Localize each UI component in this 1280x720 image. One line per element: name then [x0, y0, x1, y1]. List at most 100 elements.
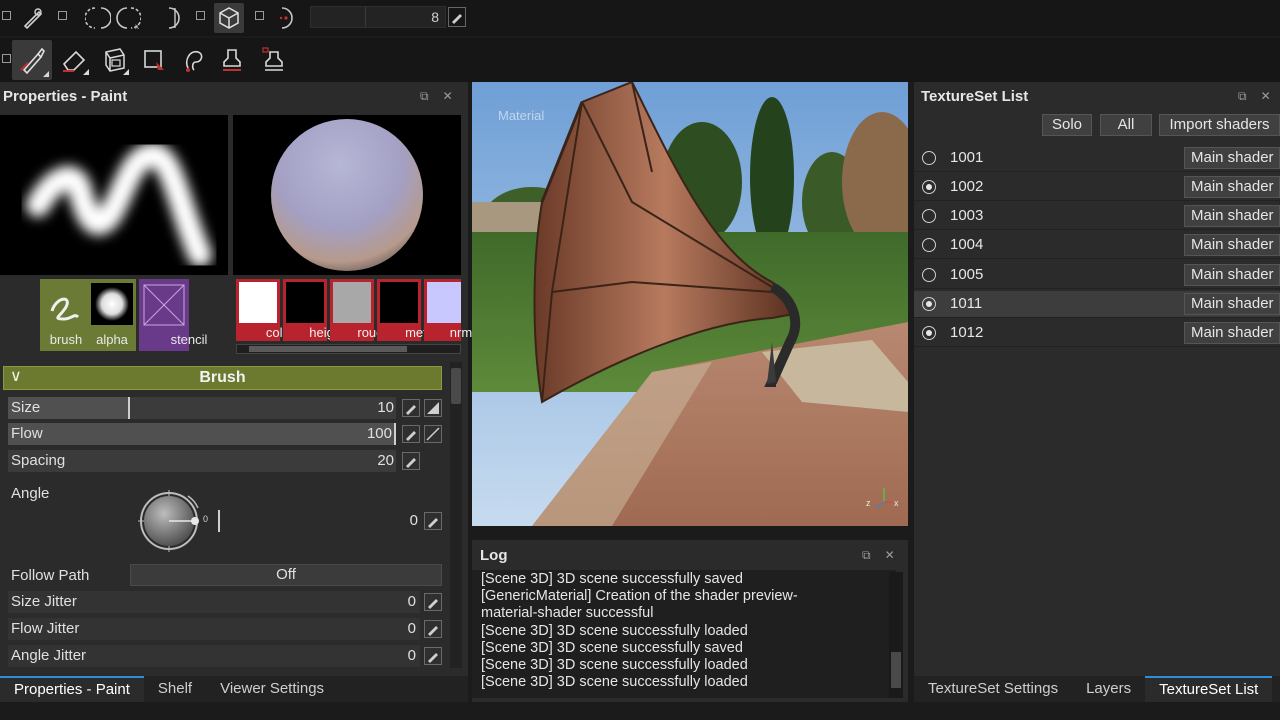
size-slider[interactable]: Size 10	[8, 397, 396, 419]
stencil-label: stencil	[170, 332, 208, 347]
shader-dropdown[interactable]: Main shader	[1184, 234, 1280, 256]
channel-swatch	[333, 282, 371, 323]
pen-pressure-icon[interactable]	[402, 425, 420, 443]
tab-texture-set-settings[interactable]: TextureSet Settings	[914, 676, 1072, 702]
symmetry-x-icon[interactable]: x	[114, 5, 142, 31]
radio-button[interactable]	[922, 268, 936, 282]
shader-dropdown[interactable]: Main shader	[1184, 293, 1280, 315]
expand-icon[interactable]	[196, 11, 205, 20]
angle-jitter-slider[interactable]: Angle Jitter 0	[8, 645, 420, 667]
tab-properties-paint[interactable]: Properties - Paint	[0, 676, 144, 702]
symmetry-left-icon[interactable]	[84, 5, 112, 31]
texture-set-row[interactable]: 1001 Main shader	[914, 145, 1280, 172]
pen-pressure-icon[interactable]	[402, 452, 420, 470]
channel-height[interactable]: height	[283, 279, 345, 341]
spacing-value: 20	[377, 452, 394, 469]
pen-pressure-icon[interactable]	[402, 399, 420, 417]
projection-icon[interactable]	[96, 42, 132, 78]
close-icon[interactable]: ✕	[885, 548, 895, 563]
pen-pressure-icon[interactable]	[424, 647, 442, 665]
shader-dropdown[interactable]: Main shader	[1184, 176, 1280, 198]
log-scrollbar[interactable]	[889, 572, 903, 698]
channel-metal[interactable]: metal	[377, 279, 437, 341]
3d-viewport[interactable]: Material z x	[472, 82, 908, 526]
channel-scrollbar[interactable]	[236, 344, 461, 354]
texture-set-row[interactable]: 1012 Main shader	[914, 320, 1280, 347]
brush-section-title: Brush	[199, 369, 246, 386]
tab-viewer-settings[interactable]: Viewer Settings	[206, 676, 338, 702]
float-panel-icon[interactable]: ⧉	[420, 89, 429, 104]
brush-value-field[interactable]: 8	[310, 6, 446, 28]
pressure-curve-icon[interactable]	[424, 399, 442, 417]
radio-button[interactable]	[922, 209, 936, 223]
pressure-line-icon[interactable]	[424, 425, 442, 443]
texture-set-id: 1012	[950, 324, 984, 341]
texture-set-row-selected[interactable]: 1011 Main shader	[914, 291, 1280, 318]
cube-view-icon[interactable]	[214, 3, 244, 33]
solo-button[interactable]: Solo	[1042, 114, 1092, 136]
expand-icon[interactable]	[2, 11, 11, 20]
stencil-selector[interactable]: stencil	[139, 279, 207, 351]
angle-slider[interactable]: 0	[218, 510, 420, 532]
shader-dropdown[interactable]: Main shader	[1184, 147, 1280, 169]
clone-stamp-icon[interactable]	[214, 42, 250, 78]
texture-set-row[interactable]: 1002 Main shader	[914, 174, 1280, 201]
top-toolbar: x 8	[0, 0, 1280, 36]
brush-alpha-selector[interactable]: brush alpha	[40, 279, 136, 351]
pen-tool-icon[interactable]	[18, 3, 48, 33]
paint-brush-icon[interactable]	[12, 40, 52, 80]
channel-rough[interactable]: rough	[330, 279, 391, 341]
tab-texture-set-list[interactable]: TextureSet List	[1145, 676, 1273, 702]
flow-jitter-slider[interactable]: Flow Jitter 0	[8, 618, 420, 640]
radio-button[interactable]	[922, 238, 936, 252]
texture-set-row[interactable]: 1004 Main shader	[914, 232, 1280, 259]
tab-layers[interactable]: Layers	[1072, 676, 1145, 702]
texture-set-id: 1001	[950, 149, 984, 166]
radio-button[interactable]	[922, 297, 936, 311]
flow-slider[interactable]: Flow 100	[8, 423, 396, 445]
expand-icon[interactable]	[255, 11, 264, 20]
pen-pressure-icon[interactable]	[424, 512, 442, 530]
channel-color[interactable]: color	[236, 279, 294, 341]
expand-icon[interactable]	[2, 54, 11, 63]
lazy-mouse-icon[interactable]	[274, 5, 298, 31]
close-icon[interactable]: ✕	[1261, 89, 1271, 104]
texture-set-id: 1011	[950, 295, 983, 312]
channel-nrm[interactable]: nrm	[424, 279, 472, 341]
pen-pressure-icon[interactable]	[424, 620, 442, 638]
pen-pressure-icon[interactable]	[424, 593, 442, 611]
radio-button[interactable]	[922, 326, 936, 340]
material-picker-icon[interactable]	[256, 42, 292, 78]
radio-button[interactable]	[922, 180, 936, 194]
tab-shelf[interactable]: Shelf	[144, 676, 206, 702]
smudge-icon[interactable]	[176, 42, 212, 78]
size-jitter-slider[interactable]: Size Jitter 0	[8, 591, 420, 613]
flow-jitter-value: 0	[407, 620, 416, 637]
svg-text:x: x	[135, 22, 139, 31]
spacing-slider[interactable]: Spacing 20	[8, 450, 396, 472]
close-icon[interactable]: ✕	[443, 89, 453, 104]
all-button[interactable]: All	[1100, 114, 1152, 136]
alpha-preview	[91, 283, 133, 325]
float-panel-icon[interactable]: ⧉	[862, 548, 871, 563]
expand-icon[interactable]	[58, 11, 67, 20]
axis-gizmo: z x	[866, 484, 900, 512]
follow-path-dropdown[interactable]: Off	[130, 564, 442, 586]
pen-pressure-icon[interactable]	[448, 7, 466, 27]
properties-scrollbar[interactable]	[450, 362, 462, 668]
brush-section-header[interactable]: ∨ Brush	[3, 366, 442, 390]
symmetry-mirror-icon[interactable]	[156, 5, 184, 31]
shader-dropdown[interactable]: Main shader	[1184, 205, 1280, 227]
polygon-fill-icon[interactable]	[136, 42, 172, 78]
texture-set-row[interactable]: 1005 Main shader	[914, 262, 1280, 289]
import-shaders-button[interactable]: Import shaders	[1159, 114, 1280, 136]
shader-dropdown[interactable]: Main shader	[1184, 322, 1280, 344]
log-line: [Scene 3D] 3D scene successfully loaded	[481, 657, 748, 674]
size-jitter-value: 0	[407, 593, 416, 610]
texture-set-row[interactable]: 1003 Main shader	[914, 203, 1280, 230]
float-panel-icon[interactable]: ⧉	[1238, 89, 1247, 104]
eraser-icon[interactable]	[56, 42, 92, 78]
shader-dropdown[interactable]: Main shader	[1184, 264, 1280, 286]
angle-dial[interactable]: 0	[138, 490, 210, 554]
radio-button[interactable]	[922, 151, 936, 165]
